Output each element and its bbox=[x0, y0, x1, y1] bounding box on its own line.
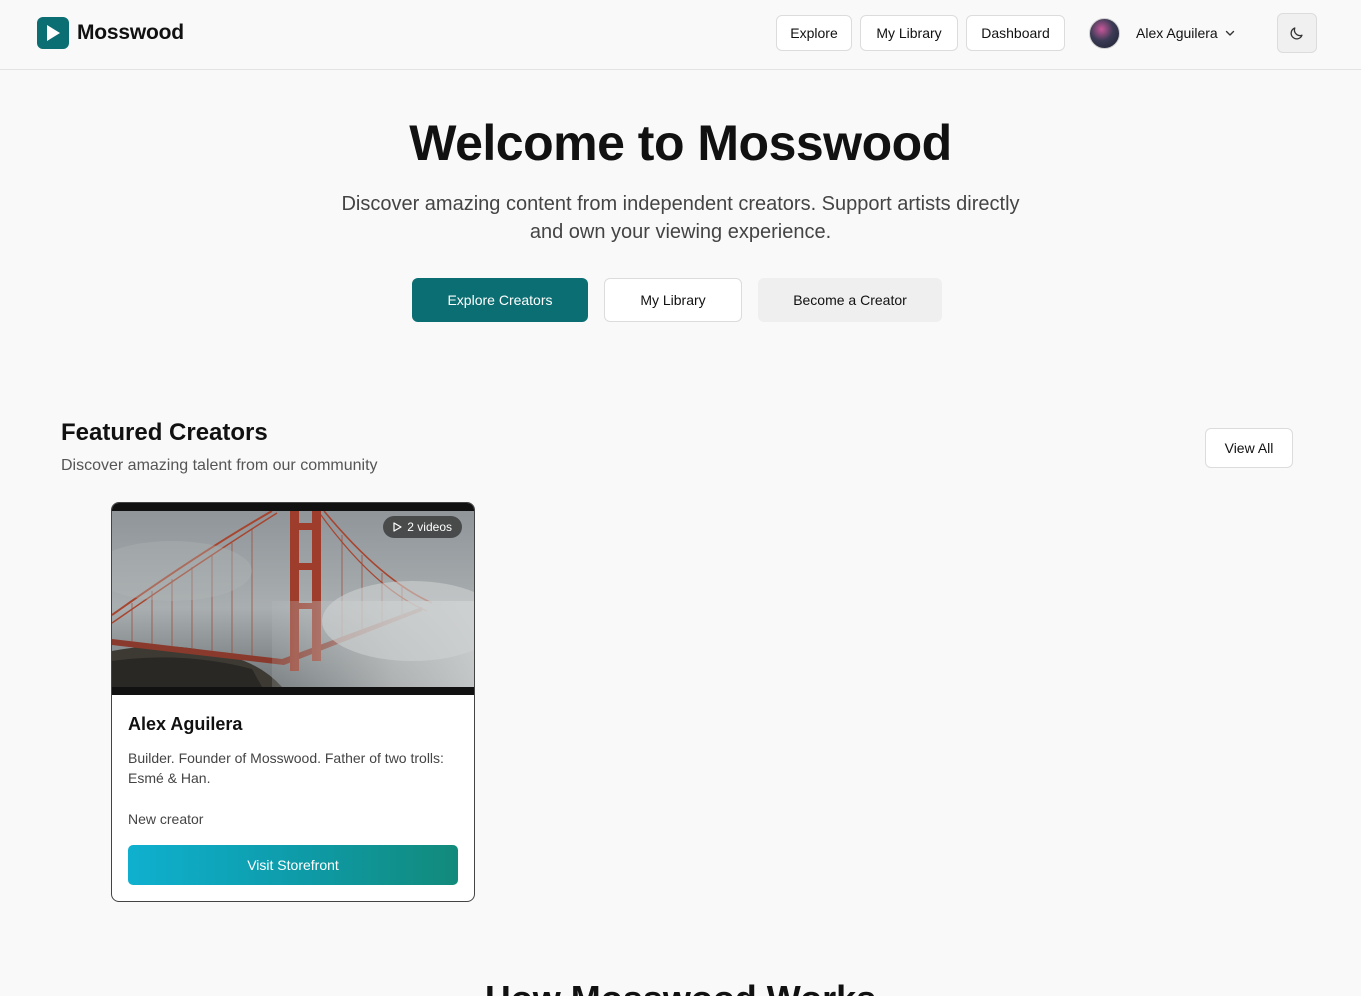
moon-icon bbox=[1290, 27, 1303, 40]
creator-bio: Builder. Founder of Mosswood. Father of … bbox=[128, 750, 444, 786]
creator-name[interactable]: Alex Aguilera bbox=[128, 714, 242, 735]
hero-subtitle: Discover amazing content from independen… bbox=[305, 190, 1056, 246]
explore-creators-button[interactable]: Explore Creators bbox=[412, 278, 588, 322]
nav-dashboard-button[interactable]: Dashboard bbox=[966, 15, 1065, 51]
avatar bbox=[1089, 17, 1120, 49]
brand-logo[interactable]: Mosswood bbox=[37, 17, 184, 49]
user-menu[interactable]: Alex Aguilera bbox=[1089, 17, 1236, 49]
video-count-badge: 2 videos bbox=[383, 516, 462, 538]
creator-thumbnail[interactable]: 2 videos bbox=[112, 503, 474, 695]
visit-storefront-button[interactable]: Visit Storefront bbox=[128, 845, 458, 885]
view-all-button[interactable]: View All bbox=[1205, 428, 1293, 468]
theme-toggle-button[interactable] bbox=[1277, 13, 1317, 53]
become-creator-button[interactable]: Become a Creator bbox=[758, 278, 942, 322]
section-subtitle: Discover amazing talent from our communi… bbox=[61, 457, 378, 474]
brand-name: Mosswood bbox=[77, 21, 184, 44]
chevron-down-icon bbox=[1225, 30, 1234, 36]
hero-subtitle-line-1: Discover amazing content from independen… bbox=[341, 193, 1020, 215]
user-name: Alex Aguilera bbox=[1136, 25, 1218, 41]
play-icon bbox=[393, 522, 402, 532]
creator-card[interactable]: 2 videos Alex Aguilera Builder. Founder … bbox=[111, 502, 475, 902]
how-it-works-title: How Mosswood Works bbox=[0, 978, 1361, 996]
video-count: 2 videos bbox=[407, 520, 452, 534]
nav-explore-button[interactable]: Explore bbox=[776, 15, 852, 51]
play-logo-icon bbox=[37, 17, 69, 49]
hero-title: Welcome to Mosswood bbox=[409, 115, 952, 171]
nav-library-button[interactable]: My Library bbox=[860, 15, 958, 51]
my-library-button[interactable]: My Library bbox=[604, 278, 742, 322]
hero-subtitle-line-2: and own your viewing experience. bbox=[529, 221, 832, 243]
creator-status: New creator bbox=[128, 811, 204, 827]
section-title: Featured Creators bbox=[61, 419, 268, 446]
top-navbar: Mosswood Explore My Library Dashboard Al… bbox=[0, 0, 1361, 70]
